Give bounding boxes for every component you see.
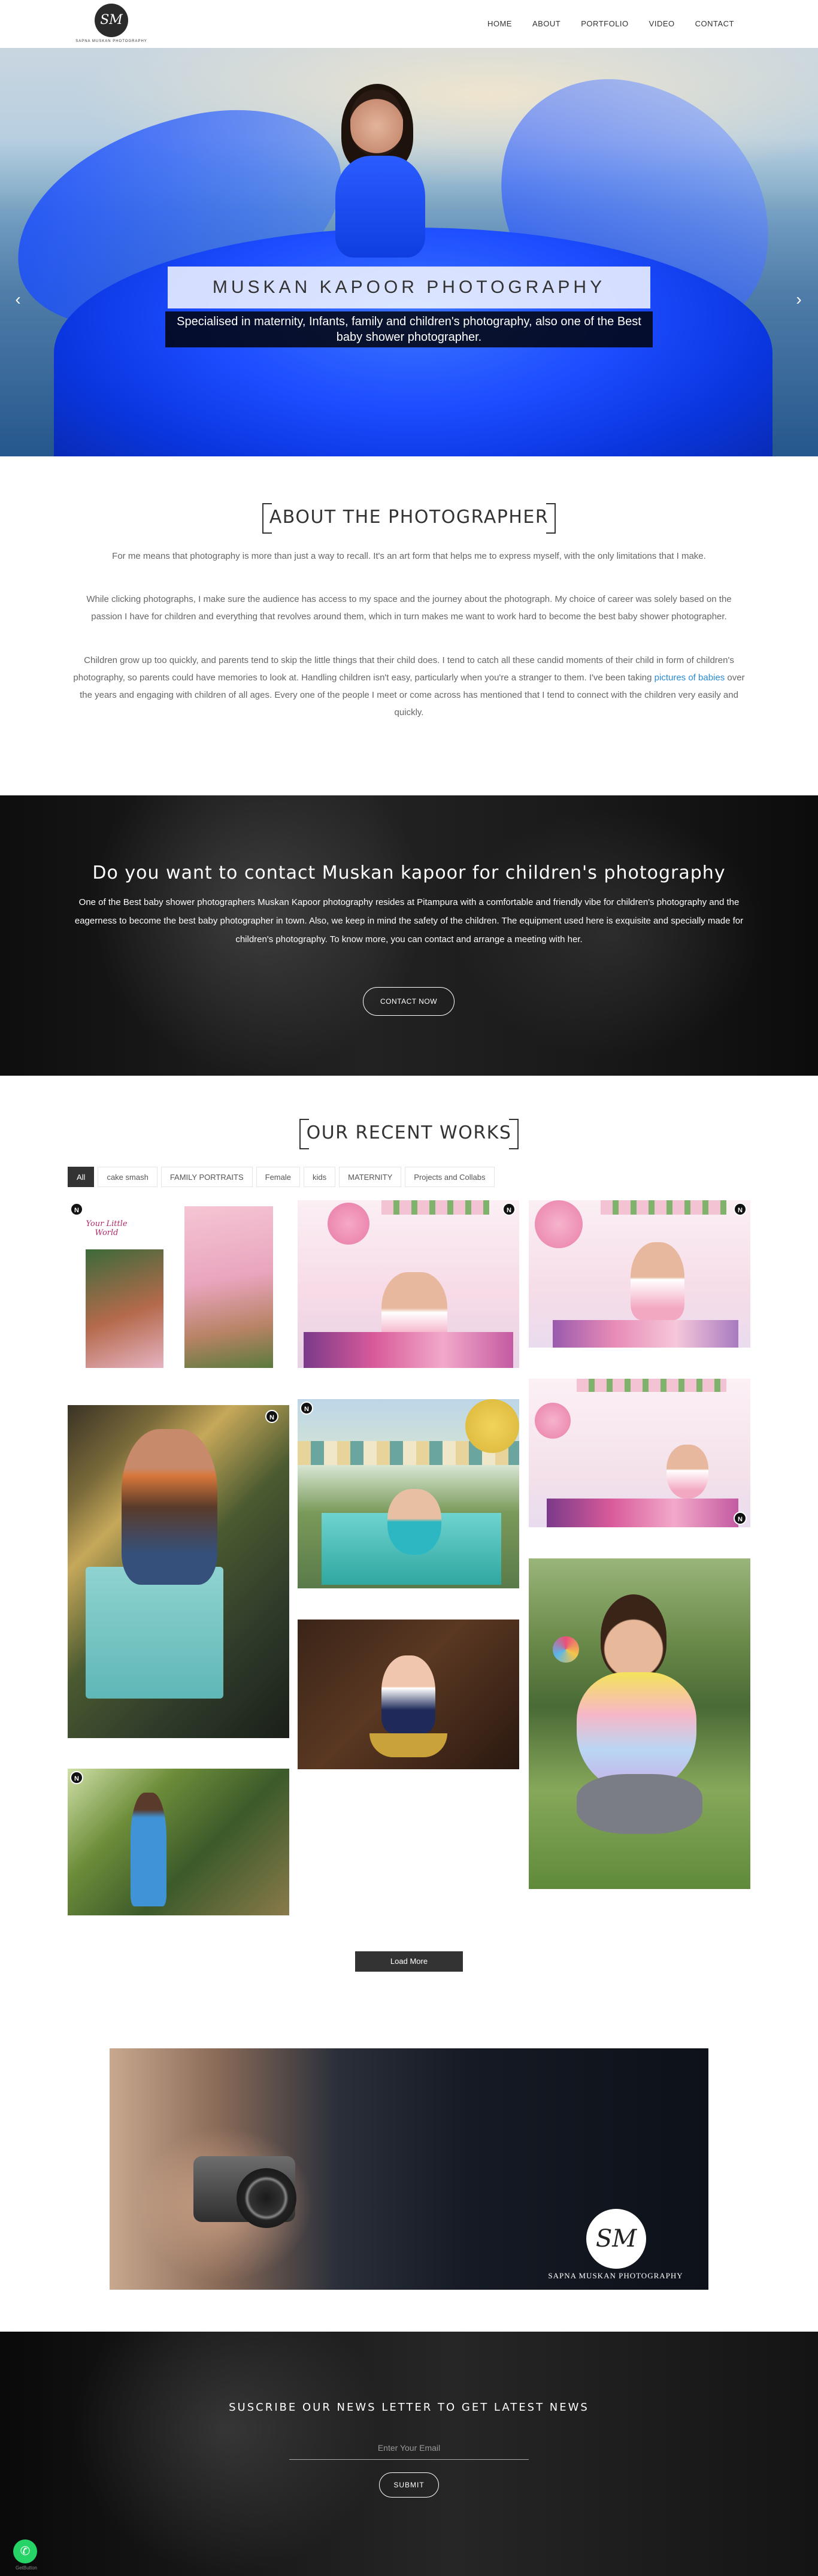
recent-works-section: OUR RECENT WORKS All cake smash FAMILY P… [0, 1076, 818, 1974]
baby-figure [381, 1655, 435, 1733]
nav-contact[interactable]: CONTACT [695, 19, 734, 28]
portfolio-item-cake-smash-garden[interactable]: N [298, 1399, 519, 1588]
logo-text: SAPNA MUSKAN PHOTOGRAPHY [75, 40, 147, 43]
filter-female[interactable]: Female [256, 1167, 300, 1187]
portfolio-item-baby-basket[interactable] [298, 1620, 519, 1769]
about-p3-start: Children grow up too quickly, and parent… [73, 655, 734, 683]
collage-title-card: Your Little World [86, 1206, 128, 1248]
lollipop [553, 1636, 579, 1663]
whatsapp-label: GetButton [15, 2565, 38, 2571]
filter-maternity[interactable]: MATERNITY [339, 1167, 402, 1187]
contact-now-button[interactable]: CONTACT NOW [363, 987, 455, 1016]
boy-figure [122, 1429, 217, 1585]
basket [369, 1733, 447, 1757]
baby-figure [666, 1445, 708, 1499]
filter-projects-collabs[interactable]: Projects and Collabs [405, 1167, 495, 1187]
flower-garland [381, 1200, 489, 1215]
portfolio-item-cake-smash-1[interactable]: N [298, 1200, 519, 1368]
contact-heading: Do you want to contact Muskan kapoor for… [92, 862, 726, 883]
filter-all[interactable]: All [68, 1167, 95, 1187]
nav-about[interactable]: ABOUT [532, 19, 561, 28]
collage-photo-2 [184, 1206, 273, 1368]
portfolio-zoom-icon[interactable]: N [734, 1512, 747, 1525]
crate [86, 1567, 223, 1699]
stool [577, 1774, 702, 1834]
portfolio-item-boy-crate[interactable]: N [68, 1405, 289, 1738]
baby-figure [387, 1489, 441, 1555]
flower-floor [547, 1499, 738, 1527]
portfolio-filters: All cake smash FAMILY PORTRAITS Female k… [68, 1167, 495, 1187]
about-heading: ABOUT THE PHOTOGRAPHER [262, 503, 556, 534]
logo-mark: SM [95, 4, 128, 37]
slider-prev-arrow-icon[interactable]: ‹ [12, 290, 24, 308]
pictures-of-babies-link[interactable]: pictures of babies [655, 673, 725, 683]
site-header: SM SAPNA MUSKAN PHOTOGRAPHY HOME ABOUT P… [0, 0, 818, 48]
banner-logo: SM [586, 2209, 646, 2269]
works-heading-wrap: OUR RECENT WORKS [0, 1119, 818, 1149]
flower-garland [601, 1200, 726, 1215]
newsletter-submit-button[interactable]: SUBMIT [379, 2472, 439, 2498]
girl-head [601, 1594, 666, 1678]
balloon [535, 1403, 571, 1439]
newsletter-section: SUSCRIBE OUR NEWS LETTER TO GET LATEST N… [0, 2332, 818, 2576]
about-paragraph-3: Children grow up too quickly, and parent… [71, 652, 747, 721]
flower-floor [553, 1320, 738, 1348]
hero-subtitle: Specialised in maternity, Infants, famil… [177, 315, 641, 344]
portfolio-item-girl-lollipop[interactable] [529, 1558, 750, 1889]
filter-cake-smash[interactable]: cake smash [98, 1167, 157, 1187]
hero-title: MUSKAN KAPOOR PHOTOGRAPHY [212, 277, 606, 297]
portfolio-zoom-icon[interactable]: N [70, 1203, 83, 1216]
site-logo[interactable]: SM SAPNA MUSKAN PHOTOGRAPHY [73, 4, 150, 46]
camera-lens [237, 2168, 296, 2228]
about-paragraph-2: While clicking photographs, I make sure … [86, 594, 732, 622]
contact-text: One of the Best baby shower photographer… [74, 897, 744, 945]
contact-section: Do you want to contact Muskan kapoor for… [0, 795, 818, 1076]
portfolio-zoom-icon[interactable]: N [265, 1410, 278, 1423]
portfolio-item-cake-smash-2[interactable]: N [529, 1200, 750, 1348]
about-paragraph-1: For me means that photography is more th… [112, 551, 706, 561]
portfolio-item-collage[interactable]: Your Little World N [68, 1200, 289, 1374]
baby-figure [631, 1242, 684, 1320]
newsletter-email-input[interactable] [289, 2436, 529, 2460]
hero-subtitle-box: Specialised in maternity, Infants, famil… [165, 311, 653, 347]
balloon [328, 1203, 369, 1245]
nav-home[interactable]: HOME [487, 19, 512, 28]
filter-kids[interactable]: kids [304, 1167, 336, 1187]
filter-family-portraits[interactable]: FAMILY PORTRAITS [160, 1167, 253, 1187]
balloon [535, 1200, 583, 1248]
collage-title: Your Little World [86, 1219, 128, 1237]
flower-floor [304, 1332, 513, 1368]
banner-brand-text: SAPNA MUSKAN PHOTOGRAPHY [548, 2271, 683, 2280]
whatsapp-icon[interactable]: ✆ [13, 2539, 37, 2563]
portfolio-zoom-icon[interactable]: N [502, 1203, 516, 1216]
brand-banner: SM SAPNA MUSKAN PHOTOGRAPHY [110, 2048, 708, 2290]
nav-portfolio[interactable]: PORTFOLIO [581, 19, 628, 28]
hero-model-body [335, 156, 425, 258]
toddler-figure [131, 1793, 166, 1906]
newsletter-heading: SUSCRIBE OUR NEWS LETTER TO GET LATEST N… [229, 2401, 589, 2414]
hero-slider: MUSKAN KAPOOR PHOTOGRAPHY Specialised in… [0, 48, 818, 456]
about-section: ABOUT THE PHOTOGRAPHER For me means that… [0, 456, 818, 795]
portfolio-item-cake-smash-3[interactable]: N [529, 1379, 750, 1527]
balloon [465, 1399, 519, 1453]
portfolio-item-toddler-garden[interactable]: N [68, 1769, 289, 1915]
main-nav: HOME ABOUT PORTFOLIO VIDEO CONTACT [487, 19, 734, 28]
portfolio-zoom-icon[interactable]: N [300, 1401, 313, 1415]
hero-model-face [350, 90, 403, 156]
portfolio-zoom-icon[interactable]: N [70, 1771, 83, 1784]
hero-title-box: MUSKAN KAPOOR PHOTOGRAPHY [168, 267, 650, 308]
load-more-button[interactable]: Load More [355, 1951, 463, 1972]
slider-next-arrow-icon[interactable]: › [793, 290, 805, 308]
works-heading: OUR RECENT WORKS [299, 1119, 519, 1149]
flower-garland [577, 1379, 726, 1392]
collage-photo-1 [86, 1249, 163, 1368]
about-heading-wrap: ABOUT THE PHOTOGRAPHER [0, 503, 818, 534]
portfolio-zoom-icon[interactable]: N [734, 1203, 747, 1216]
nav-video[interactable]: VIDEO [649, 19, 675, 28]
